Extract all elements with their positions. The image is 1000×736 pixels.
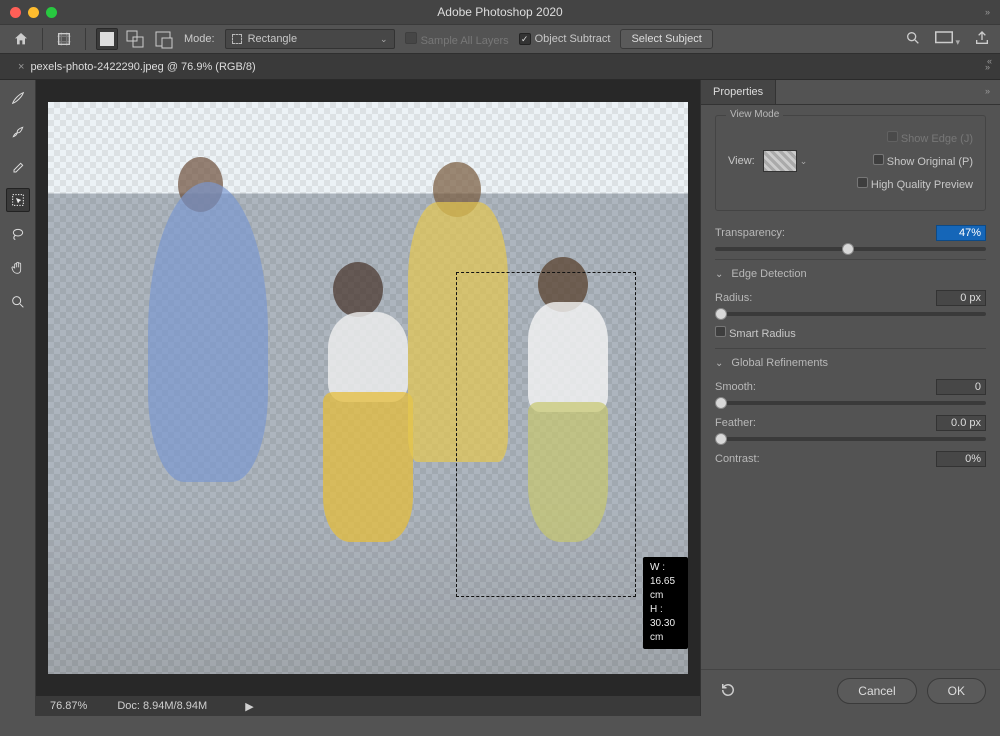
lasso-tool-icon[interactable] bbox=[6, 222, 30, 246]
object-selection-tool-icon[interactable] bbox=[6, 188, 30, 212]
feather-value[interactable]: 0.0 px bbox=[936, 415, 986, 431]
radius-value[interactable]: 0 px bbox=[936, 290, 986, 306]
add-selection-icon[interactable] bbox=[124, 28, 146, 50]
document-tab[interactable]: × pexels-photo-2422290.jpeg @ 76.9% (RGB… bbox=[8, 54, 266, 79]
titlebar-menu-icon[interactable]: » bbox=[985, 7, 990, 17]
show-original-option[interactable]: Show Original (P) bbox=[873, 154, 973, 168]
contrast-value[interactable]: 0% bbox=[936, 451, 986, 467]
global-refinements-header[interactable]: ⌄Global Refinements bbox=[715, 357, 986, 369]
selection-marquee[interactable] bbox=[456, 272, 636, 597]
status-bar: 76.87% Doc: 8.94M/8.94M ▶ bbox=[36, 696, 700, 716]
document-image: W : 16.65 cm H : 30.30 cm bbox=[48, 102, 688, 674]
panel-tabs: Properties » bbox=[701, 80, 1000, 105]
share-icon[interactable] bbox=[974, 30, 990, 49]
feather-label: Feather: bbox=[715, 417, 756, 429]
search-icon[interactable] bbox=[905, 30, 921, 49]
hq-preview-option[interactable]: High Quality Preview bbox=[857, 177, 973, 191]
view-label: View: bbox=[728, 155, 755, 167]
panel-button-bar: Cancel OK bbox=[701, 669, 1000, 716]
screen-mode-icon[interactable]: ▾ bbox=[935, 31, 960, 48]
selection-mode-icons bbox=[96, 28, 174, 50]
properties-tab[interactable]: Properties bbox=[701, 80, 776, 104]
status-menu-icon[interactable]: ▶ bbox=[245, 700, 253, 713]
canvas[interactable]: W : 16.65 cm H : 30.30 cm bbox=[40, 84, 696, 692]
radius-label: Radius: bbox=[715, 292, 752, 304]
tab-overflow-icon[interactable]: » bbox=[985, 62, 990, 72]
canvas-area: W : 16.65 cm H : 30.30 cm 76.87% Doc: 8.… bbox=[36, 80, 700, 716]
subtract-selection-icon[interactable] bbox=[152, 28, 174, 50]
brush-tool-icon[interactable] bbox=[6, 86, 30, 110]
selection-size-tooltip: W : 16.65 cm H : 30.30 cm bbox=[643, 557, 688, 649]
panel-menu-icon[interactable]: » bbox=[975, 80, 1000, 104]
cancel-button[interactable]: Cancel bbox=[837, 678, 916, 704]
zoom-level[interactable]: 76.87% bbox=[50, 700, 87, 712]
select-subject-button[interactable]: Select Subject bbox=[620, 29, 712, 49]
document-tab-title: pexels-photo-2422290.jpeg @ 76.9% (RGB/8… bbox=[30, 61, 255, 73]
view-thumbnail-dropdown[interactable]: ⌄ bbox=[763, 150, 808, 172]
doc-size: Doc: 8.94M/8.94M bbox=[117, 700, 207, 712]
divider bbox=[42, 28, 43, 50]
smooth-slider[interactable] bbox=[715, 401, 986, 405]
properties-panel: Properties » View Mode Show Edge (J) Vie… bbox=[700, 80, 1000, 716]
title-bar: Adobe Photoshop 2020 » bbox=[0, 0, 1000, 24]
refine-brush-tool-icon[interactable] bbox=[6, 120, 30, 144]
feather-slider[interactable] bbox=[715, 437, 986, 441]
smooth-value[interactable]: 0 bbox=[936, 379, 986, 395]
new-selection-icon[interactable] bbox=[96, 28, 118, 50]
reset-icon[interactable] bbox=[715, 681, 737, 702]
contrast-label: Contrast: bbox=[715, 453, 760, 465]
hand-tool-icon[interactable] bbox=[6, 256, 30, 280]
selection-height: H : 30.30 cm bbox=[650, 603, 681, 645]
ok-button[interactable]: OK bbox=[927, 678, 986, 704]
close-tab-icon[interactable]: × bbox=[18, 61, 24, 73]
view-thumbnail bbox=[763, 150, 797, 172]
transparency-label: Transparency: bbox=[715, 227, 785, 239]
edge-detection-header[interactable]: ⌄Edge Detection bbox=[715, 268, 986, 280]
paint-tool-icon[interactable] bbox=[6, 154, 30, 178]
transparency-value[interactable]: 47% bbox=[936, 225, 986, 241]
main-area: W : 16.65 cm H : 30.30 cm 76.87% Doc: 8.… bbox=[0, 80, 1000, 716]
home-icon[interactable] bbox=[10, 28, 32, 50]
transparency-slider[interactable] bbox=[715, 247, 986, 251]
image-content bbox=[148, 182, 268, 482]
zoom-tool-icon[interactable] bbox=[6, 290, 30, 314]
mode-label: Mode: bbox=[184, 33, 215, 45]
sample-all-layers-option: Sample All Layers bbox=[405, 32, 509, 47]
document-tab-bar: × pexels-photo-2422290.jpeg @ 76.9% (RGB… bbox=[0, 54, 1000, 80]
rectangle-icon bbox=[232, 34, 242, 44]
tool-strip bbox=[0, 80, 36, 716]
app-title: Adobe Photoshop 2020 bbox=[0, 5, 1000, 19]
option-bar: Mode: Rectangle ⌄ Sample All Layers ✓Obj… bbox=[0, 24, 1000, 54]
smart-radius-option[interactable]: Smart Radius bbox=[715, 326, 796, 340]
image-content bbox=[333, 262, 383, 317]
view-mode-group: View Mode Show Edge (J) View: ⌄ Show Ori… bbox=[715, 115, 986, 211]
object-subtract-option[interactable]: ✓Object Subtract bbox=[519, 33, 611, 46]
radius-slider[interactable] bbox=[715, 312, 986, 316]
view-mode-legend: View Mode bbox=[726, 109, 783, 120]
frame-tool-icon[interactable] bbox=[53, 28, 75, 50]
chevron-down-icon: ⌄ bbox=[380, 34, 388, 45]
mode-value: Rectangle bbox=[248, 33, 298, 45]
divider bbox=[85, 28, 86, 50]
smooth-label: Smooth: bbox=[715, 381, 756, 393]
show-edge-option: Show Edge (J) bbox=[887, 131, 973, 145]
mode-dropdown[interactable]: Rectangle ⌄ bbox=[225, 29, 395, 49]
selection-width: W : 16.65 cm bbox=[650, 561, 681, 603]
